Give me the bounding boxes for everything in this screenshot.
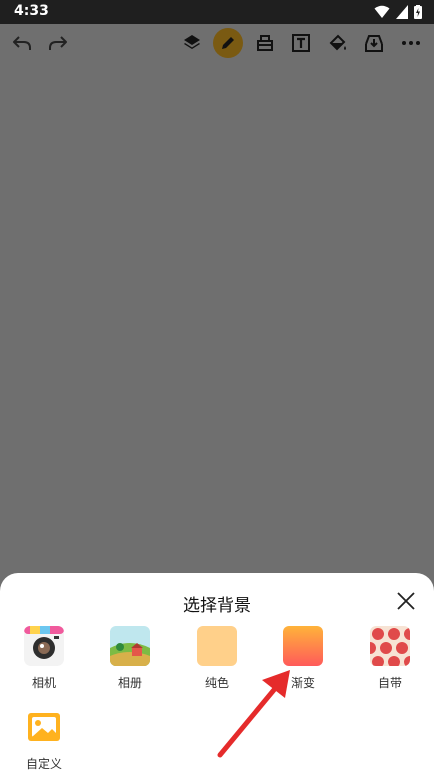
drawing-canvas[interactable] <box>0 62 434 573</box>
close-icon <box>397 592 415 610</box>
save-icon <box>365 35 383 52</box>
battery-icon <box>414 5 422 19</box>
solid-color-swatch <box>197 626 237 666</box>
wifi-icon <box>374 5 390 18</box>
option-camera-label: 相机 <box>31 676 56 690</box>
album-icon <box>110 626 150 666</box>
save-button[interactable] <box>359 28 389 58</box>
pencil-button[interactable] <box>213 28 243 58</box>
eraser-button[interactable] <box>250 28 280 58</box>
text-icon <box>292 34 310 52</box>
option-builtin[interactable]: 自带 <box>355 626 425 691</box>
fill-bucket-icon <box>329 34 346 51</box>
camera-icon <box>24 626 64 666</box>
option-custom-label: 自定义 <box>25 757 62 771</box>
background-picker-sheet: 选择背景 相机 相册 纯色 渐变 自带 自定义 <box>0 573 434 773</box>
status-bar: 4:33 <box>0 0 434 24</box>
undo-button[interactable] <box>7 28 37 58</box>
option-album-label: 相册 <box>117 676 142 690</box>
option-gradient[interactable]: 渐变 <box>268 626 338 691</box>
option-gradient-label: 渐变 <box>290 676 315 690</box>
layers-icon <box>184 35 200 49</box>
option-album[interactable]: 相册 <box>95 626 165 691</box>
gradient-swatch <box>283 626 323 666</box>
pencil-icon <box>222 37 234 49</box>
fill-button[interactable] <box>323 28 353 58</box>
redo-button[interactable] <box>43 28 73 58</box>
custom-image-icon <box>24 707 64 747</box>
close-button[interactable] <box>396 591 416 611</box>
status-icons <box>374 4 422 20</box>
more-button[interactable] <box>396 28 426 58</box>
text-button[interactable] <box>286 28 316 58</box>
status-time: 4:33 <box>14 3 49 19</box>
redo-icon <box>49 36 67 50</box>
toolbar <box>0 24 434 62</box>
layers-button[interactable] <box>177 28 207 58</box>
undo-icon <box>13 36 31 50</box>
builtin-pattern-icon <box>370 626 410 666</box>
option-custom[interactable]: 自定义 <box>9 707 79 772</box>
option-camera[interactable]: 相机 <box>9 626 79 691</box>
signal-icon <box>396 5 408 19</box>
eraser-icon <box>257 35 273 51</box>
option-builtin-label: 自带 <box>377 676 402 690</box>
option-solid-color[interactable]: 纯色 <box>182 626 252 691</box>
option-solid-color-label: 纯色 <box>204 676 229 690</box>
sheet-title: 选择背景 <box>183 596 251 616</box>
more-icon <box>402 41 420 45</box>
